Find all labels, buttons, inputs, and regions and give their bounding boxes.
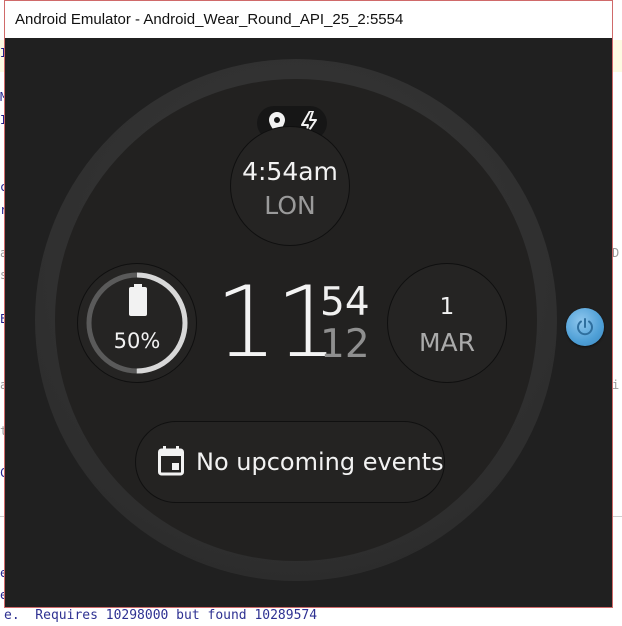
power-icon — [577, 318, 593, 336]
power-button[interactable] — [566, 308, 604, 346]
events-complication[interactable]: No upcoming events — [135, 421, 445, 503]
world-clock-time: 4:54am — [242, 157, 338, 186]
window-title: Android Emulator - Android_Wear_Round_AP… — [15, 11, 404, 28]
time-hour: 11 — [215, 266, 338, 380]
background-fragment: D. — [612, 246, 622, 260]
world-clock-complication[interactable]: 4:54am LON — [230, 126, 350, 246]
time-seconds: 12 — [320, 322, 370, 367]
date-month: MAR — [418, 328, 476, 357]
world-clock-city: LON — [264, 191, 316, 220]
background-log-line: e. Requires 10298000 but found 10289574 — [4, 608, 318, 623]
events-label: No upcoming events — [196, 448, 444, 476]
emulator-screen: 4:54am LON 50% 11 54 12 1 MAR No upcomin… — [5, 38, 612, 607]
background-fragment: i. — [612, 378, 622, 392]
title-bar[interactable]: Android Emulator - Android_Wear_Round_AP… — [5, 1, 612, 38]
emulator-window: Android Emulator - Android_Wear_Round_AP… — [4, 0, 613, 608]
time-minutes: 54 — [320, 280, 370, 325]
calendar-icon — [158, 446, 184, 476]
date-complication[interactable]: 1 MAR — [387, 263, 507, 383]
battery-percent: 50% — [113, 329, 161, 353]
battery-icon — [129, 284, 147, 316]
battery-complication[interactable]: 50% — [77, 263, 197, 383]
date-day: 1 — [439, 294, 455, 320]
